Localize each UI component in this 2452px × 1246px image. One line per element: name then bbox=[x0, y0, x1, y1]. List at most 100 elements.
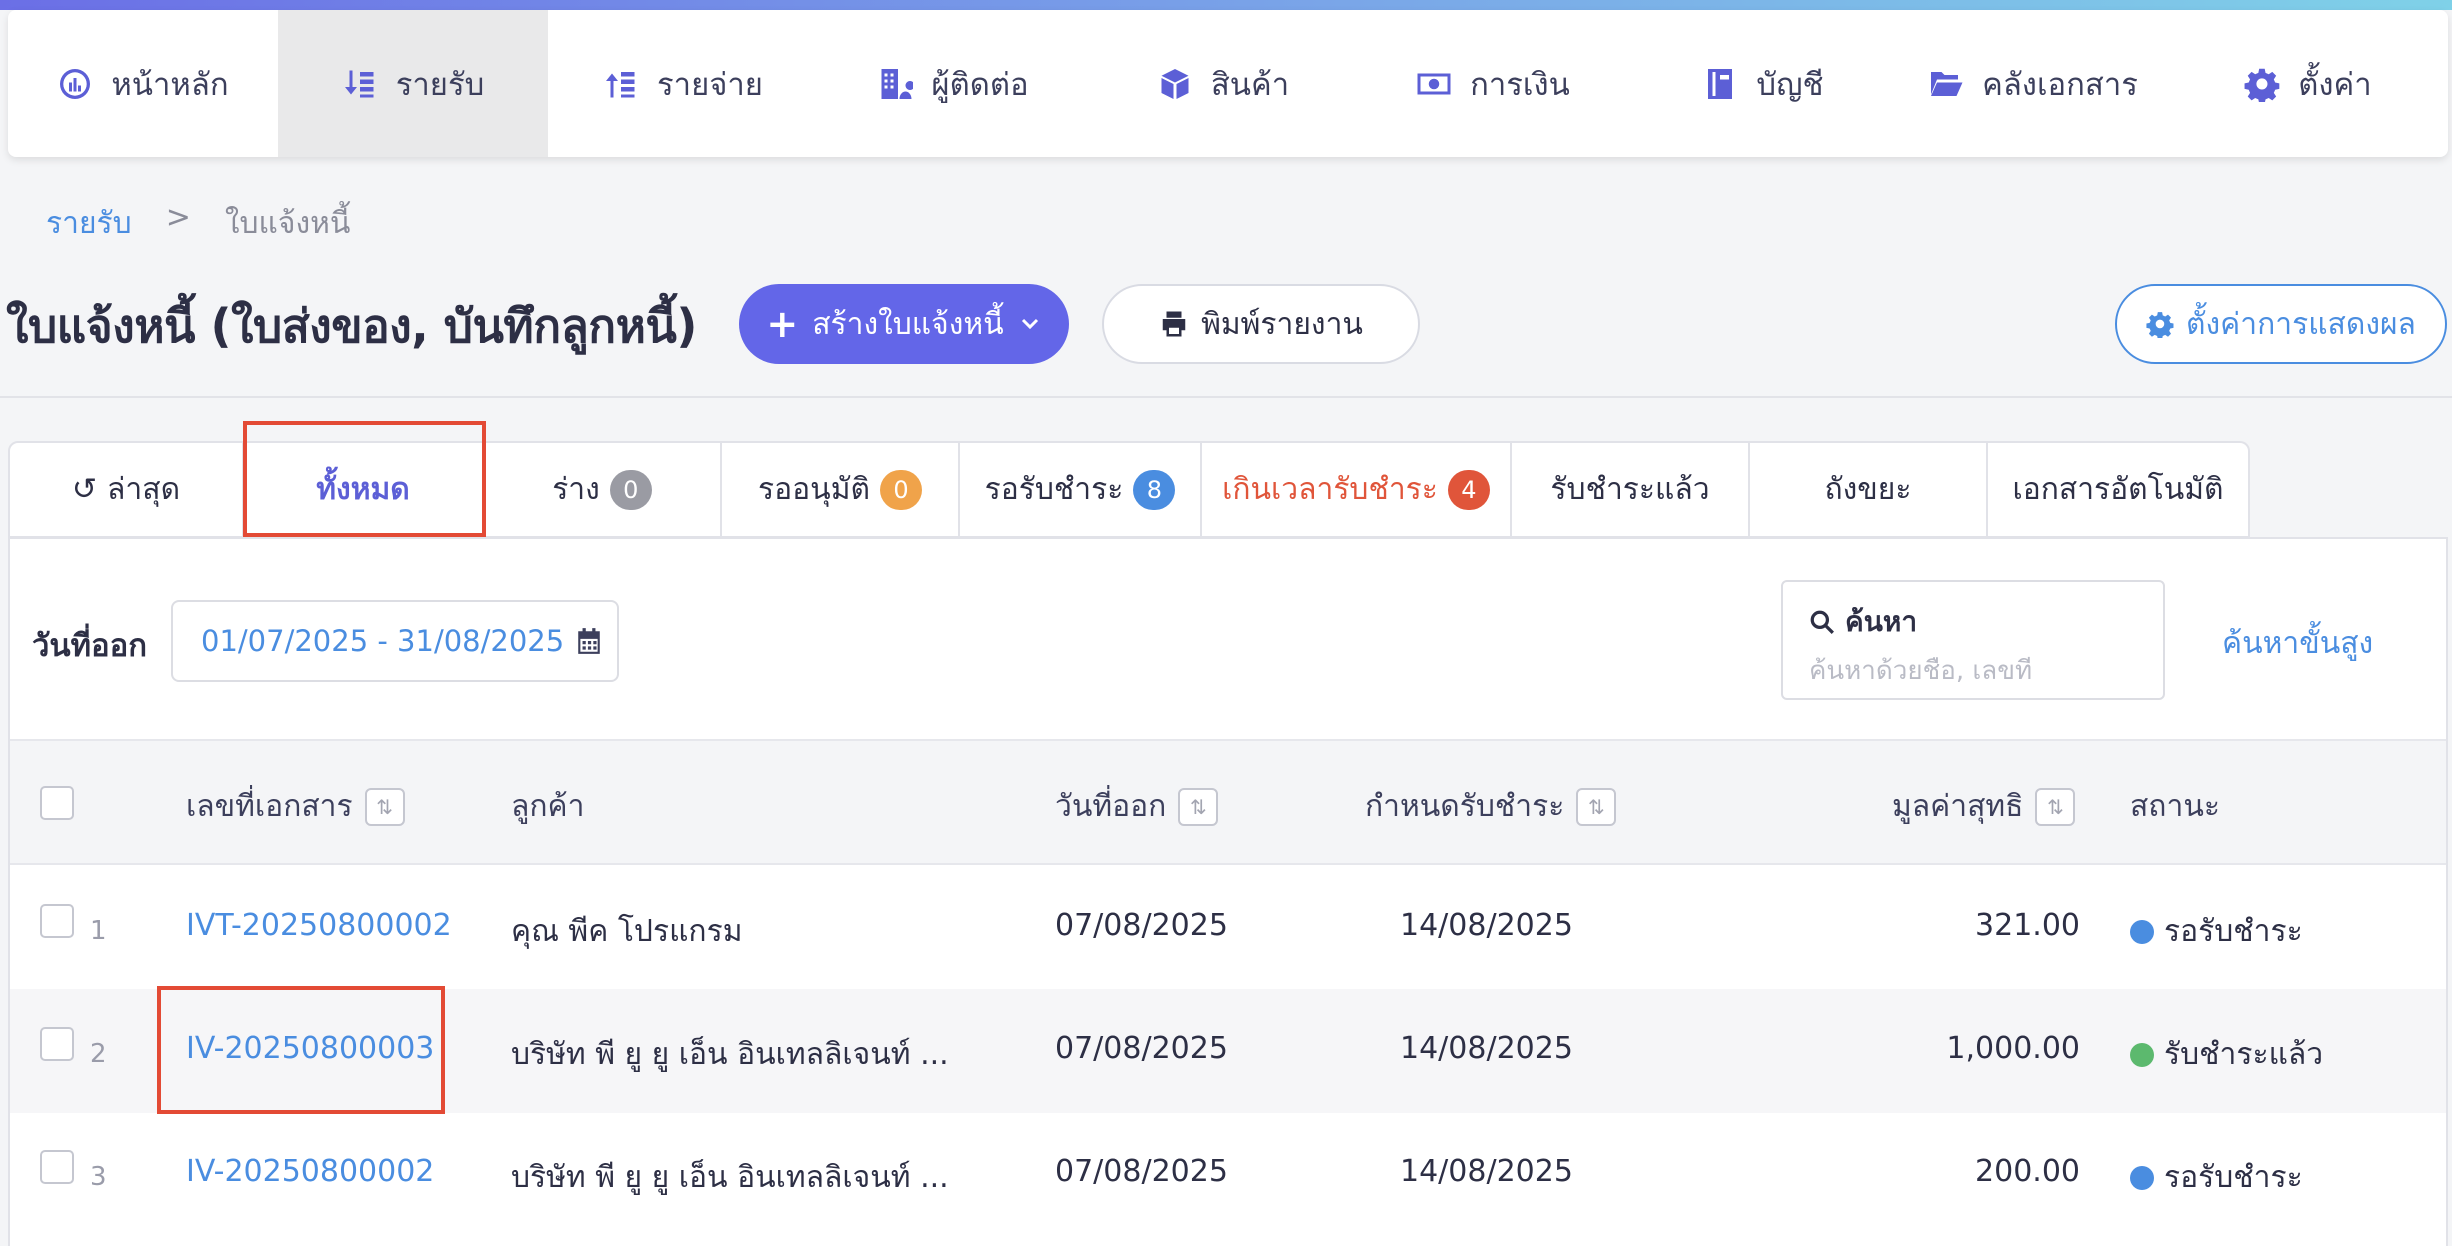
issue-date-filter-label: วันที่ออก bbox=[32, 628, 148, 664]
status-label: รอรับชำระ bbox=[2164, 1160, 2303, 1195]
contacts-icon bbox=[881, 68, 914, 99]
row-checkbox[interactable] bbox=[40, 1150, 74, 1184]
advanced-search-link[interactable]: ค้นหาขั้นสูง bbox=[2222, 620, 2373, 667]
folder-icon bbox=[1931, 71, 1963, 96]
highlight-tab-all bbox=[243, 421, 486, 537]
top-accent-strip bbox=[0, 0, 2452, 10]
tab-awaiting-approval[interactable]: รออนุมัติ 0 bbox=[722, 441, 960, 538]
tab-draft[interactable]: ร่าง 0 bbox=[484, 441, 722, 538]
tab-paid[interactable]: รับชำระแล้ว bbox=[1512, 441, 1750, 538]
net-value: 1,000.00 bbox=[1946, 1031, 2080, 1066]
nav-item-contacts[interactable]: ผู้ติดต่อ bbox=[818, 10, 1088, 157]
col-issue-date[interactable]: วันที่ออก ⇅ bbox=[1055, 783, 1219, 830]
chevron-down-icon bbox=[1021, 318, 1038, 330]
status-dot-icon bbox=[2130, 1165, 2154, 1190]
search-title: ค้นหา bbox=[1809, 600, 2137, 644]
col-doc-no-label: เลขที่เอกสาร bbox=[186, 789, 353, 824]
tab-trash-label: ถังขยะ bbox=[1824, 472, 1912, 507]
status-label: รอรับชำระ bbox=[2164, 914, 2303, 949]
ledger-icon bbox=[1708, 68, 1733, 99]
table-header: เลขที่เอกสาร ⇅ ลูกค้า วันที่ออก ⇅ กำหนดร… bbox=[10, 739, 2446, 865]
nav-item-dashboard[interactable]: หน้าหลัก bbox=[8, 10, 278, 157]
row-number: 2 bbox=[90, 1039, 107, 1069]
due-date: 14/08/2025 bbox=[1400, 1031, 1573, 1066]
select-all-checkbox[interactable] bbox=[40, 786, 74, 820]
history-icon: ↺ bbox=[71, 472, 98, 507]
printer-icon bbox=[1162, 311, 1186, 337]
search-input[interactable] bbox=[1809, 656, 2129, 686]
due-date: 14/08/2025 bbox=[1400, 908, 1573, 943]
row-checkbox[interactable] bbox=[40, 904, 74, 938]
plus-icon: + bbox=[766, 302, 799, 346]
status-dot-icon bbox=[2130, 1042, 2154, 1067]
customer-name: บริษัท พี ยู ยู เอ็น อินเทลลิเจนท์ ... bbox=[511, 1037, 949, 1072]
issue-date: 07/08/2025 bbox=[1055, 908, 1228, 943]
col-doc-no[interactable]: เลขที่เอกสาร ⇅ bbox=[186, 783, 405, 830]
net-value: 321.00 bbox=[1975, 908, 2080, 943]
status-badge: รอรับชำระ bbox=[2130, 1154, 2303, 1201]
print-report-label: พิมพ์รายงาน bbox=[1201, 306, 1363, 342]
tab-latest-label: ล่าสุด bbox=[107, 472, 181, 507]
customer-name: คุณ พีค โปรแกรม bbox=[511, 914, 743, 949]
dashboard-icon bbox=[60, 68, 91, 99]
title-divider bbox=[0, 396, 2452, 398]
tab-draft-label: ร่าง bbox=[552, 472, 600, 507]
expense-icon bbox=[606, 71, 635, 97]
tab-overdue-badge: 4 bbox=[1447, 469, 1490, 510]
print-report-button[interactable]: พิมพ์รายงาน bbox=[1102, 284, 1420, 364]
main-nav: หน้าหลัก รายรับ รายจ่าย ผู้ติดต่อ สินค้า… bbox=[8, 10, 2448, 157]
date-range-picker[interactable]: 01/07/2025 - 31/08/2025 bbox=[171, 600, 619, 682]
issue-date: 07/08/2025 bbox=[1055, 1154, 1228, 1189]
tab-automated-documents[interactable]: เอกสารอัตโนมัติ bbox=[1988, 441, 2250, 538]
tab-awaiting-payment[interactable]: รอรับชำระ 8 bbox=[960, 441, 1202, 538]
due-date: 14/08/2025 bbox=[1400, 1154, 1573, 1189]
gear-icon bbox=[2244, 68, 2280, 102]
sort-icon[interactable]: ⇅ bbox=[2035, 787, 2076, 826]
tab-trash[interactable]: ถังขยะ bbox=[1750, 441, 1988, 538]
sort-icon[interactable]: ⇅ bbox=[1576, 787, 1617, 826]
table-row[interactable]: 3 IV-20250800002 บริษัท พี ยู ยู เอ็น อิ… bbox=[10, 1112, 2446, 1236]
col-net-value[interactable]: มูลค่าสุทธิ ⇅ bbox=[1892, 783, 2076, 830]
nav-item-documents[interactable]: คลังเอกสาร bbox=[1898, 10, 2168, 157]
sort-icon[interactable]: ⇅ bbox=[1178, 787, 1219, 826]
net-value: 200.00 bbox=[1975, 1154, 2080, 1189]
breadcrumb-parent-link[interactable]: รายรับ bbox=[46, 200, 132, 247]
nav-item-income[interactable]: รายรับ bbox=[278, 10, 548, 157]
nav-label-dashboard: หน้าหลัก bbox=[111, 66, 229, 103]
tab-overdue[interactable]: เกินเวลารับชำระ 4 bbox=[1202, 441, 1512, 538]
calendar-icon bbox=[578, 628, 600, 654]
col-status-label: สถานะ bbox=[2130, 789, 2220, 824]
search-title-label: ค้นหา bbox=[1845, 605, 1918, 638]
create-invoice-label: สร้างใบแจ้งหนี้ bbox=[812, 306, 1004, 342]
display-settings-button[interactable]: ตั้งค่าการแสดงผล bbox=[2115, 284, 2447, 364]
nav-item-settings[interactable]: ตั้งค่า bbox=[2168, 10, 2448, 157]
row-number: 1 bbox=[90, 916, 107, 946]
create-invoice-button[interactable]: + สร้างใบแจ้งหนี้ bbox=[739, 284, 1069, 364]
table-row[interactable]: 1 IVT-20250800002 คุณ พีค โปรแกรม 07/08/… bbox=[10, 866, 2446, 990]
nav-item-accounting[interactable]: บัญชี bbox=[1628, 10, 1898, 157]
page-title: ใบแจ้งหนี้ (ใบส่งของ, บันทึกลูกหนี้) bbox=[6, 299, 697, 353]
breadcrumb: รายรับ > ใบแจ้งหนี้ bbox=[46, 200, 350, 247]
tab-awaiting-approval-label: รออนุมัติ bbox=[758, 472, 870, 507]
row-number: 3 bbox=[90, 1162, 107, 1192]
box-icon bbox=[1161, 68, 1189, 99]
sort-icon[interactable]: ⇅ bbox=[364, 787, 405, 826]
nav-item-finance[interactable]: การเงิน bbox=[1358, 10, 1628, 157]
tab-awaiting-payment-label: รอรับชำระ bbox=[984, 472, 1124, 507]
tab-latest[interactable]: ↺ ล่าสุด bbox=[8, 441, 244, 538]
row-checkbox[interactable] bbox=[40, 1027, 74, 1061]
nav-item-expense[interactable]: รายจ่าย bbox=[548, 10, 818, 157]
customer-name: บริษัท พี ยู ยู เอ็น อินเทลลิเจนท์ ... bbox=[511, 1160, 949, 1195]
col-issue-date-label: วันที่ออก bbox=[1055, 789, 1167, 824]
doc-number-link[interactable]: IV-20250800002 bbox=[186, 1154, 434, 1189]
gear-icon bbox=[2146, 312, 2174, 338]
nav-item-products[interactable]: สินค้า bbox=[1088, 10, 1358, 157]
tab-awaiting-approval-badge: 0 bbox=[879, 469, 922, 510]
col-customer-label: ลูกค้า bbox=[511, 789, 585, 824]
col-status: สถานะ bbox=[2130, 783, 2220, 830]
breadcrumb-current: ใบแจ้งหนี้ bbox=[224, 206, 351, 241]
nav-label-documents: คลังเอกสาร bbox=[1982, 66, 2138, 103]
col-due-date[interactable]: กำหนดรับชำระ ⇅ bbox=[1365, 783, 1617, 830]
doc-number-link[interactable]: IVT-20250800002 bbox=[186, 908, 452, 943]
issue-date: 07/08/2025 bbox=[1055, 1031, 1228, 1066]
